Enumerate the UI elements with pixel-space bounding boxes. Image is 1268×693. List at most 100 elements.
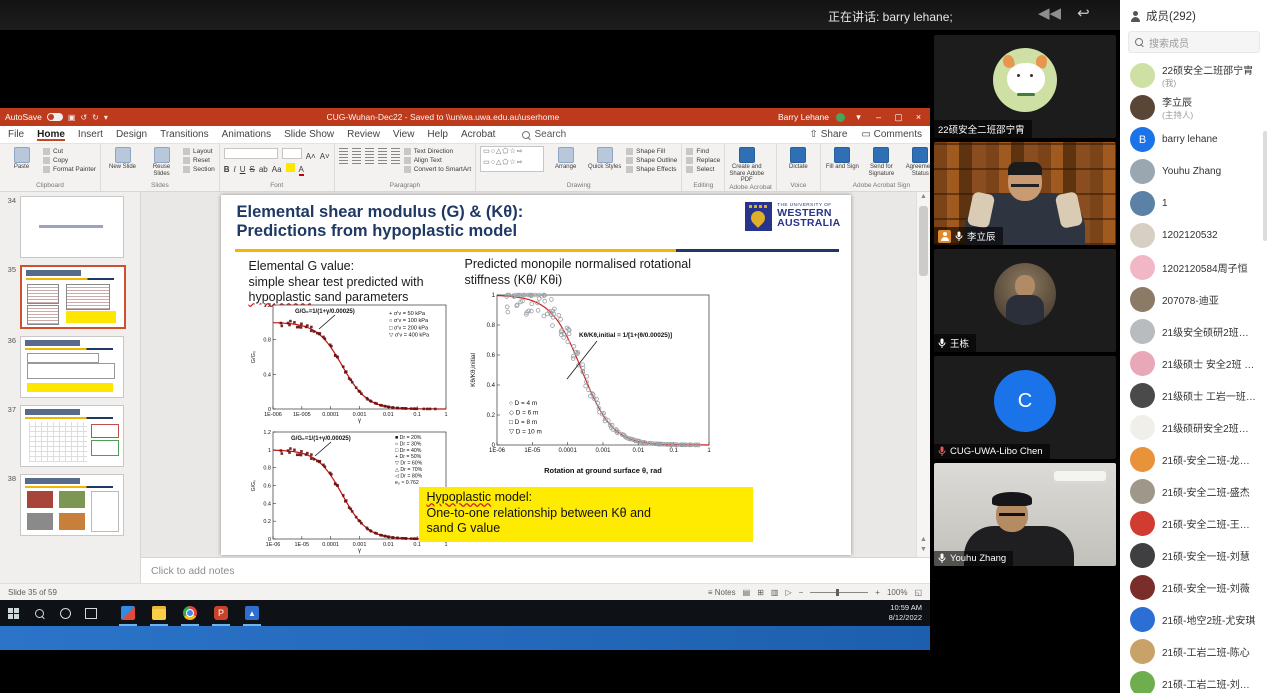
button-shape-outline[interactable]: Shape Outline xyxy=(626,157,677,164)
slide-thumbnail-35[interactable]: 35 xyxy=(2,265,134,329)
member-item-8[interactable]: 207078-迪亚 xyxy=(1120,285,1268,314)
button-paste[interactable]: Paste xyxy=(4,146,39,171)
tab-file[interactable]: File xyxy=(8,128,24,141)
zoom-in-button[interactable]: + xyxy=(875,588,880,597)
bold-icon[interactable]: B xyxy=(224,165,230,174)
button-copy[interactable]: Copy xyxy=(43,157,96,164)
decrease-font-icon[interactable]: A˅ xyxy=(320,152,330,161)
autosave-toggle[interactable] xyxy=(47,113,63,121)
paragraph-list-icon[interactable] xyxy=(352,148,361,155)
slideshow-icon[interactable]: ▷ xyxy=(785,588,791,597)
button-convert-to-smartart[interactable]: Convert to SmartArt xyxy=(404,166,471,173)
tab-slide-show[interactable]: Slide Show xyxy=(284,128,334,141)
font-name-box[interactable] xyxy=(224,148,278,159)
tab-home[interactable]: Home xyxy=(37,128,65,141)
button-create-and-share-adobe-pdf[interactable]: Create and Share Adobe PDF xyxy=(729,146,764,184)
video-tile-2[interactable]: 李立辰 xyxy=(934,142,1116,245)
notes-area[interactable]: Click to add notes xyxy=(141,557,930,583)
button-align-text[interactable]: Align Text xyxy=(404,157,471,164)
button-select[interactable]: Select xyxy=(686,166,720,173)
zoom-level[interactable]: 100% xyxy=(887,588,907,597)
slide-thumbnail-38[interactable]: 38 xyxy=(2,474,134,536)
vertical-scrollbar[interactable]: ▲ ▲▼ xyxy=(916,192,930,557)
slide-thumbnail-36[interactable]: 36 xyxy=(2,336,134,398)
taskbar-app-photos[interactable]: ▲ xyxy=(240,600,264,626)
user-presence-avatar[interactable] xyxy=(836,113,845,122)
tab-help[interactable]: Help xyxy=(427,128,448,141)
button-cut[interactable]: Cut xyxy=(43,148,96,155)
qat-customize-icon[interactable]: ▾ xyxy=(104,113,108,122)
paragraph-align-icon[interactable] xyxy=(339,157,348,164)
next-slide-button[interactable]: ▼ xyxy=(917,545,930,555)
button-text-direction[interactable]: Text Direction xyxy=(404,148,471,155)
button-reuse-slides[interactable]: Reuse Slides xyxy=(144,146,179,177)
taskbar-search-icon[interactable] xyxy=(26,600,52,626)
button-layout[interactable]: Layout xyxy=(183,148,215,155)
member-search-input[interactable]: 搜索成员 xyxy=(1128,31,1260,53)
maximize-button[interactable]: ▢ xyxy=(892,112,905,123)
close-button[interactable]: × xyxy=(912,112,925,122)
shape-gallery[interactable]: ▭○△⬠☆⇨ ▭○△⬠☆⇨ xyxy=(480,146,544,172)
member-item-11[interactable]: 21级硕士 工岩一班张依杰 xyxy=(1120,381,1268,410)
member-item-20[interactable]: 21硕-工岩二班-刘金阳 xyxy=(1120,669,1268,693)
slide-number-indicator[interactable]: Slide 35 of 59 xyxy=(8,588,57,597)
member-item-14[interactable]: 21硕-安全二班-盛杰 xyxy=(1120,477,1268,506)
annotation-tool-icon[interactable]: ◀◀ xyxy=(1038,4,1061,22)
member-item-19[interactable]: 21硕-工岩二班-陈心 xyxy=(1120,637,1268,666)
paragraph-list-icon[interactable] xyxy=(378,148,387,155)
tab-acrobat[interactable]: Acrobat xyxy=(461,128,495,141)
reading-view-icon[interactable]: ▥ xyxy=(771,588,779,597)
button-format-painter[interactable]: Format Painter xyxy=(43,166,96,173)
undo-icon[interactable]: ↺ xyxy=(80,113,87,122)
slide-sorter-icon[interactable]: ⊞ xyxy=(757,588,764,597)
button-find[interactable]: Find xyxy=(686,148,720,155)
save-icon[interactable]: ▣ xyxy=(68,113,76,122)
member-item-2[interactable]: 李立辰(主持人) xyxy=(1120,93,1268,122)
paragraph-align-icon[interactable] xyxy=(352,157,361,164)
button-shape-fill[interactable]: Shape Fill xyxy=(626,148,677,155)
slide-thumbnail-34[interactable]: 34 xyxy=(2,196,134,258)
minimize-button[interactable]: – xyxy=(872,112,885,122)
member-item-5[interactable]: 1 xyxy=(1120,189,1268,218)
slide-thumbnail-37[interactable]: 37 xyxy=(2,405,134,467)
underline-icon[interactable]: U xyxy=(240,165,246,174)
tab-design[interactable]: Design xyxy=(116,128,147,141)
cortana-icon[interactable] xyxy=(52,600,78,626)
button-replace[interactable]: Replace xyxy=(686,157,720,164)
member-item-7[interactable]: 1202120584周子恒 xyxy=(1120,253,1268,282)
search-box[interactable]: Search xyxy=(522,129,566,140)
tab-insert[interactable]: Insert xyxy=(78,128,103,141)
button-send-for-signature[interactable]: Send for Signature xyxy=(864,146,899,177)
member-item-3[interactable]: Bbarry lehane xyxy=(1120,125,1268,154)
video-tile-4[interactable]: CCUG-UWA-Libo Chen xyxy=(934,356,1116,459)
member-item-17[interactable]: 21硕-安全一班-刘薇 xyxy=(1120,573,1268,602)
member-item-10[interactable]: 21级硕士 安全2班 姚瑞 xyxy=(1120,349,1268,378)
taskbar-app-powerpoint[interactable]: P xyxy=(209,600,233,626)
tab-review[interactable]: Review xyxy=(347,128,380,141)
share-button[interactable]: ⇧ Share xyxy=(810,129,848,140)
member-item-6[interactable]: 1202120532 xyxy=(1120,221,1268,250)
button-arrange[interactable]: Arrange xyxy=(548,146,583,171)
paragraph-list-icon[interactable] xyxy=(365,148,374,155)
paragraph-list-icon[interactable] xyxy=(339,148,348,155)
normal-view-icon[interactable]: ▤ xyxy=(743,588,751,597)
paragraph-align-icon[interactable] xyxy=(391,157,400,164)
notes-toggle[interactable]: ≡ Notes xyxy=(708,588,736,597)
shadow-icon[interactable]: ab xyxy=(259,165,268,174)
member-item-13[interactable]: 21硕-安全二班-龙镜元 xyxy=(1120,445,1268,474)
increase-font-icon[interactable]: A˄ xyxy=(306,152,316,161)
start-button[interactable] xyxy=(0,600,26,626)
member-item-12[interactable]: 21级硕研安全2班刘卓 xyxy=(1120,413,1268,442)
member-item-18[interactable]: 21硕-地空2班-尤安琪 xyxy=(1120,605,1268,634)
paragraph-align-icon[interactable] xyxy=(365,157,374,164)
paragraph-list-icon[interactable] xyxy=(391,148,400,155)
font-size-box[interactable] xyxy=(282,148,302,159)
ribbon-display-options-icon[interactable]: ▾ xyxy=(852,112,865,123)
italic-icon[interactable]: I xyxy=(233,165,235,174)
fit-to-window-icon[interactable]: ◱ xyxy=(914,588,922,597)
previous-slide-button[interactable]: ▲ xyxy=(917,535,930,545)
video-tile-5[interactable]: Youhu Zhang xyxy=(934,463,1116,566)
member-item-16[interactable]: 21硕-安全一班-刘慧 xyxy=(1120,541,1268,570)
member-item-9[interactable]: 21级安全硕研2班代维 xyxy=(1120,317,1268,346)
scrollbar-thumb[interactable] xyxy=(919,206,928,276)
